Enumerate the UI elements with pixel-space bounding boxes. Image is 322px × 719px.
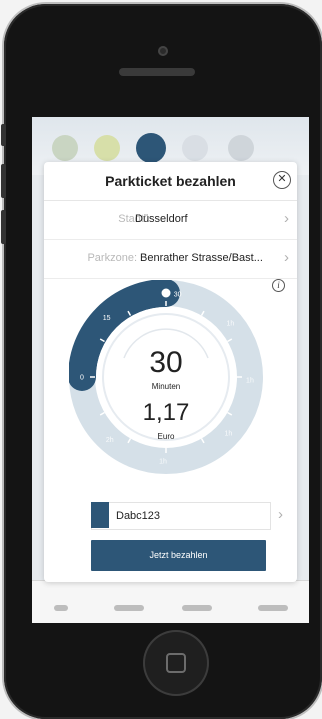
background-icon xyxy=(182,135,208,161)
home-square-icon xyxy=(166,653,186,673)
vehicle-color-swatch xyxy=(91,502,109,528)
dial-handle[interactable] xyxy=(160,287,172,299)
euro-value: 1,17 xyxy=(142,399,190,426)
background-icon xyxy=(136,133,166,163)
duration-dial[interactable]: 0 15 30 1h 1h 1h 1h 2h 30 Minuten 1,17 Euro xyxy=(69,280,263,474)
minutes-value: 30 xyxy=(149,346,183,379)
volume-down-button xyxy=(1,210,6,244)
city-value: Düsseldorf xyxy=(135,213,188,225)
chevron-right-icon: › xyxy=(284,210,289,227)
minutes-unit: Minuten xyxy=(151,382,181,391)
earpiece-speaker xyxy=(119,68,195,76)
dial-tick-label: 30 xyxy=(174,291,182,298)
parking-zone-label: Parkzone: xyxy=(87,252,137,264)
front-camera xyxy=(158,46,168,56)
info-icon[interactable]: i xyxy=(272,279,285,292)
dial-tick-label: 15 xyxy=(103,315,111,322)
background-icon xyxy=(52,135,78,161)
volume-up-button xyxy=(1,164,6,198)
background-tab xyxy=(114,605,144,611)
euro-unit: Euro xyxy=(157,432,175,441)
mute-switch xyxy=(1,124,6,146)
dialog-title: Parkticket bezahlen xyxy=(105,173,236,189)
phone-frame: Parkticket bezahlen ✕ Stadt: Düsseldorf … xyxy=(1,4,322,719)
close-icon[interactable]: ✕ xyxy=(273,171,291,189)
background-tab xyxy=(54,605,68,611)
license-plate-field[interactable]: Dabc123 xyxy=(91,502,271,530)
pay-ticket-dialog: Parkticket bezahlen ✕ Stadt: Düsseldorf … xyxy=(44,162,297,582)
app-screen: Parkticket bezahlen ✕ Stadt: Düsseldorf … xyxy=(32,117,309,623)
background-icon xyxy=(228,135,254,161)
dial-tick-label: 1h xyxy=(226,321,234,328)
dial-tick-label: 1h xyxy=(159,458,167,465)
background-tab xyxy=(258,605,288,611)
parking-zone-row[interactable]: Parkzone: Benrather Strasse/Bast... › xyxy=(44,240,297,279)
parking-zone-value: Benrather Strasse/Bast... xyxy=(140,252,263,264)
home-button[interactable] xyxy=(143,630,209,696)
background-tab xyxy=(182,605,212,611)
pay-now-button[interactable]: Jetzt bezahlen xyxy=(91,540,266,571)
chevron-right-icon[interactable]: › xyxy=(278,506,283,523)
background-icon xyxy=(94,135,120,161)
license-plate-text: Dabc123 xyxy=(116,510,161,522)
background-tab-bar xyxy=(32,580,309,623)
dialog-header: Parkticket bezahlen ✕ xyxy=(44,162,297,201)
chevron-right-icon: › xyxy=(284,249,289,266)
city-row[interactable]: Stadt: Düsseldorf › xyxy=(44,201,297,240)
